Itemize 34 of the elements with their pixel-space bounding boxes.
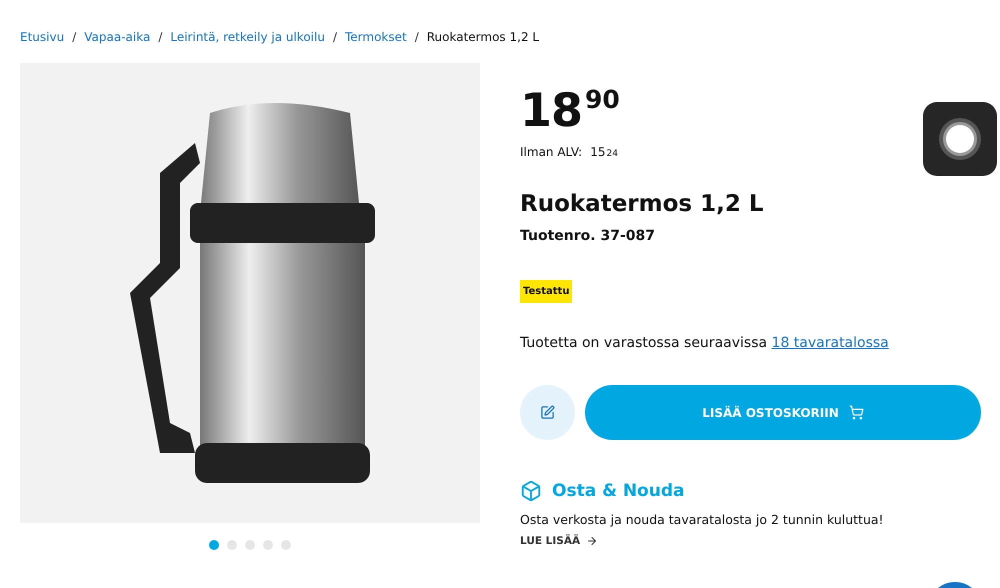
gallery-dot[interactable] (281, 540, 291, 550)
gallery-dot[interactable] (245, 540, 255, 550)
cart-icon (848, 405, 864, 420)
net-price-cents: 24 (606, 149, 618, 159)
gallery-dot[interactable] (209, 540, 219, 550)
product-number: Tuotenro. 37-087 (520, 228, 656, 244)
breadcrumb-link[interactable]: Leirintä, retkeily ja ulkoilu (170, 30, 325, 44)
stock-text: Tuotetta on varastossa seuraavissa (520, 335, 768, 351)
ring-icon (938, 117, 982, 161)
read-more-link[interactable]: LUE LISÄÄ (520, 535, 598, 547)
price: 18 (520, 87, 582, 133)
net-price: 15 (590, 145, 606, 159)
stores-link[interactable]: 18 tavaratalossa (772, 335, 889, 351)
tested-badge: Testattu (520, 280, 572, 303)
pickup-title: Osta & Nouda (552, 481, 684, 501)
arrow-right-icon (586, 535, 598, 547)
gallery-dot[interactable] (227, 540, 237, 550)
pickup-text: Osta verkosta ja nouda tavaratalosta jo 2 tunnin kuluttua! (520, 512, 885, 527)
net-price-label: Ilman ALV: (520, 145, 582, 159)
breadcrumb-separator: / (72, 30, 76, 44)
box-icon (520, 480, 542, 502)
breadcrumb-separator: / (158, 30, 162, 44)
add-to-cart-button[interactable]: LISÄÄ OSTOSKORIIN (585, 385, 981, 440)
price-cents: 90 (585, 87, 620, 112)
edit-icon (540, 405, 555, 420)
breadcrumb-link[interactable]: Vapaa-aika (84, 30, 150, 44)
product-title: Ruokatermos 1,2 L (520, 191, 765, 217)
assistive-touch-button[interactable] (923, 102, 997, 176)
gallery-dot[interactable] (263, 540, 273, 550)
breadcrumb-link[interactable]: Etusivu (20, 30, 64, 44)
breadcrumb-separator: / (414, 30, 419, 44)
breadcrumb-link[interactable]: Termokset (344, 30, 407, 44)
current-page-title: Ruokatermos 1,2 L (426, 30, 540, 44)
breadcrumb-separator: / (332, 30, 337, 44)
